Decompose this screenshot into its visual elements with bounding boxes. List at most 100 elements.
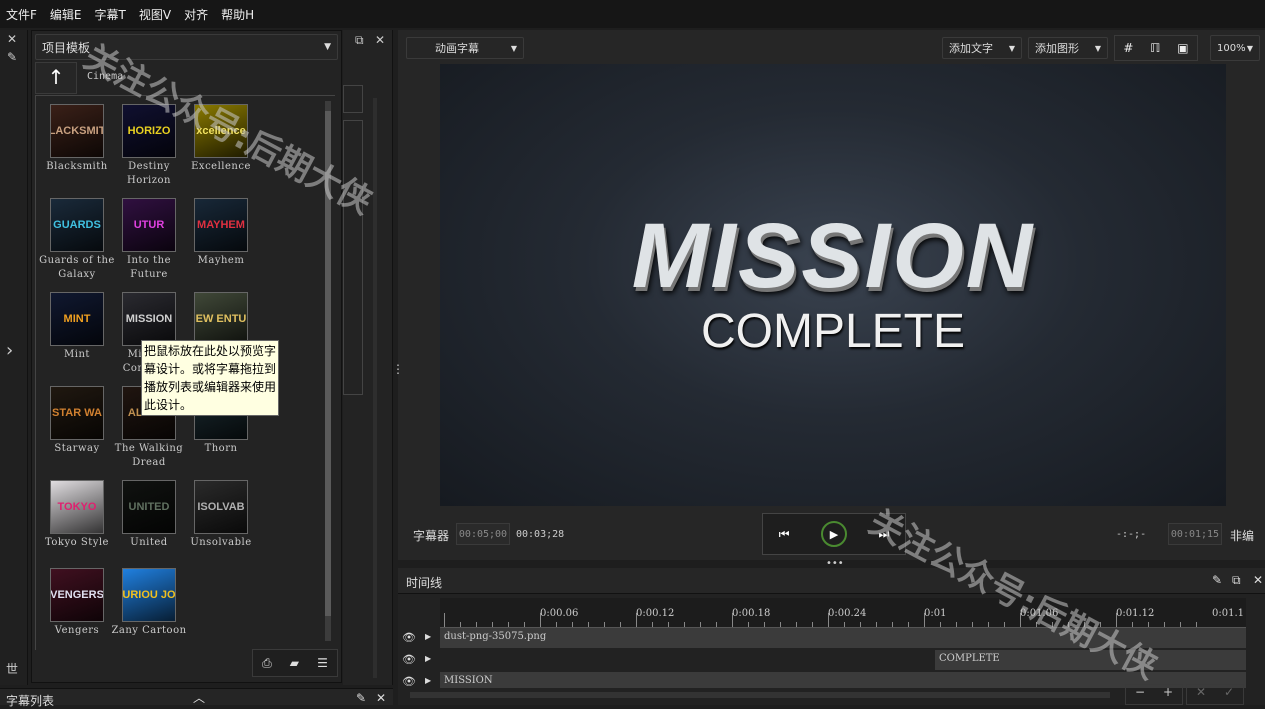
template-category-dropdown[interactable]: 项目模板 ▼ [35,34,338,60]
timeline-clip[interactable]: dust-png-35075.png [440,628,1246,648]
template-thumbnail[interactable]: MINT [50,292,104,346]
ruler-tick [812,622,813,627]
mode-dropdown[interactable]: 动画字幕 ▼ [406,37,524,59]
subtitle-list-panel: 字幕列表 ︿ ✎ ✕ [0,688,393,708]
pin-icon[interactable]: ✎ [1212,573,1222,587]
menu-item[interactable]: 视图V [139,6,171,23]
template-thumbnail[interactable]: TOKYO [50,480,104,534]
float-icon[interactable]: ⧉ [355,33,364,48]
confirm-icon[interactable]: ✓ [1224,685,1234,704]
zoom-dropdown[interactable]: 100% ▼ [1210,35,1260,61]
ruler-icon[interactable]: ℿ [1150,41,1160,55]
timeline-clip[interactable]: COMPLETE [935,650,1246,670]
template-thumbnail[interactable]: LACKSMIT [50,104,104,158]
duration-timecode[interactable]: 00:05;00 [456,523,510,545]
template-thumbnail[interactable]: GUARDS [50,198,104,252]
ruler-tick [876,622,877,627]
menu-item[interactable]: 字幕T [95,6,126,23]
template-thumbnail[interactable]: HORIZO [122,104,176,158]
ruler-tick [508,622,509,627]
scrollbar[interactable] [325,101,331,641]
template-thumbnail[interactable]: xcellence [194,104,248,158]
new-folder-icon[interactable]: ▰ [290,656,299,670]
template-label: United [130,537,168,548]
scrollbar-thumb[interactable] [325,111,331,616]
dropdown-label: 添加文字 [949,42,993,55]
expand-track-icon[interactable]: ▶ [425,654,431,663]
menu-item[interactable]: 对齐 [184,6,208,23]
ruler-tick [908,622,909,627]
zoom-out-button[interactable]: − [1135,685,1145,704]
chevron-up-icon[interactable]: ︿ [193,689,205,706]
ruler-tick [556,622,557,627]
template-thumbnail[interactable]: VENGERS [50,568,104,622]
template-thumbnail[interactable]: UNITED [122,480,176,534]
template-thumbnail[interactable]: URIOU JO [122,568,176,622]
up-folder-button[interactable]: ↑ [35,62,77,94]
menu-item[interactable]: 编辑E [50,6,82,23]
ruler-tick [524,622,525,627]
ruler-label: 0:01.06 [1020,608,1059,619]
caret-down-icon: ▼ [1008,43,1015,53]
eye-icon[interactable]: 👁 [402,675,416,688]
close-icon[interactable]: ✕ [1253,573,1263,587]
expand-track-icon[interactable]: ▶ [425,676,431,685]
list-view-icon[interactable]: ☰ [317,656,328,670]
eye-icon[interactable]: 👁 [402,631,416,644]
dropdown-label: 添加图形 [1035,42,1079,55]
template-thumbnail[interactable]: MISSION [122,292,176,346]
ruler-tick [444,613,445,627]
add-shape-dropdown[interactable]: 添加图形 ▼ [1028,37,1108,59]
preview-canvas[interactable]: MISSION COMPLETE [440,64,1226,506]
template-thumbnail[interactable]: MAYHEM [194,198,248,252]
grid-icon[interactable]: # [1123,41,1133,55]
ruler-tick [1084,622,1085,627]
safe-area-icon[interactable]: ▣ [1177,41,1188,55]
editor-label: 字幕器 [413,529,450,543]
timeline-scrollbar[interactable] [410,692,1110,698]
splitter-handle[interactable]: ⋮ [392,362,404,376]
previous-frame-icon[interactable]: ⏮ [779,527,790,542]
close-icon[interactable]: ✕ [376,691,386,705]
eye-icon[interactable]: 👁 [402,653,416,666]
template-thumbnail[interactable]: ISOLVAB [194,480,248,534]
cancel-icon[interactable]: ✕ [1196,685,1206,704]
ruler-tick [1100,622,1101,627]
ruler-tick [748,622,749,627]
play-button[interactable]: ▶ [820,521,847,547]
left-dock-strip: ✕ ✎ › 世 [0,30,28,685]
chevron-right-icon[interactable]: › [6,340,13,361]
template-thumbnail[interactable]: STAR WA [50,386,104,440]
collapsed-panel: ⧉ ✕ [343,30,393,685]
ruler-label: 0:01.12 [1116,608,1155,619]
save-template-icon[interactable]: ⎙ [262,656,272,671]
caret-down-icon: ▼ [324,42,331,52]
template-label: Vengers [54,625,100,636]
template-thumbnail[interactable]: NEW ENTUR [194,292,248,346]
ruler-tick [940,622,941,627]
timeline-ruler[interactable]: 0:00.06 0:00.12 0:00.18 0:00.24 0:01 0:01.06 0… [440,598,1246,628]
template-label: Unsolvable [190,537,252,548]
out-timecode[interactable]: 00:01;15 [1168,523,1222,545]
expand-track-icon[interactable]: ▶ [425,632,431,641]
pin-icon[interactable]: ✎ [356,691,366,705]
add-text-dropdown[interactable]: 添加文字 ▼ [942,37,1022,59]
ruler-tick [684,622,685,627]
menu-bar: 文件F 编辑E 字幕T 视图V 对齐 帮助H [0,0,1265,28]
template-label: Destiny Horizon [127,161,171,186]
zoom-in-button[interactable]: + [1163,685,1173,704]
pin-icon[interactable]: ✎ [7,50,17,64]
breadcrumb: Cinema [87,71,124,82]
ruler-tick [764,622,765,627]
menu-item[interactable]: 帮助H [221,6,254,23]
template-thumbnail[interactable]: UTUR [122,198,176,252]
dropdown-label: 动画字幕 [435,42,479,55]
float-icon[interactable]: ⧉ [1232,573,1241,588]
menu-item[interactable]: 文件F [6,6,37,23]
template-label: Starway [54,443,100,454]
close-icon[interactable]: ✕ [7,32,17,46]
next-frame-icon[interactable]: ⏭ [878,527,889,542]
transport-controls: ⏮ ▶ ⏭ [762,513,906,555]
close-icon[interactable]: ✕ [375,33,385,47]
ruler-tick [652,622,653,627]
